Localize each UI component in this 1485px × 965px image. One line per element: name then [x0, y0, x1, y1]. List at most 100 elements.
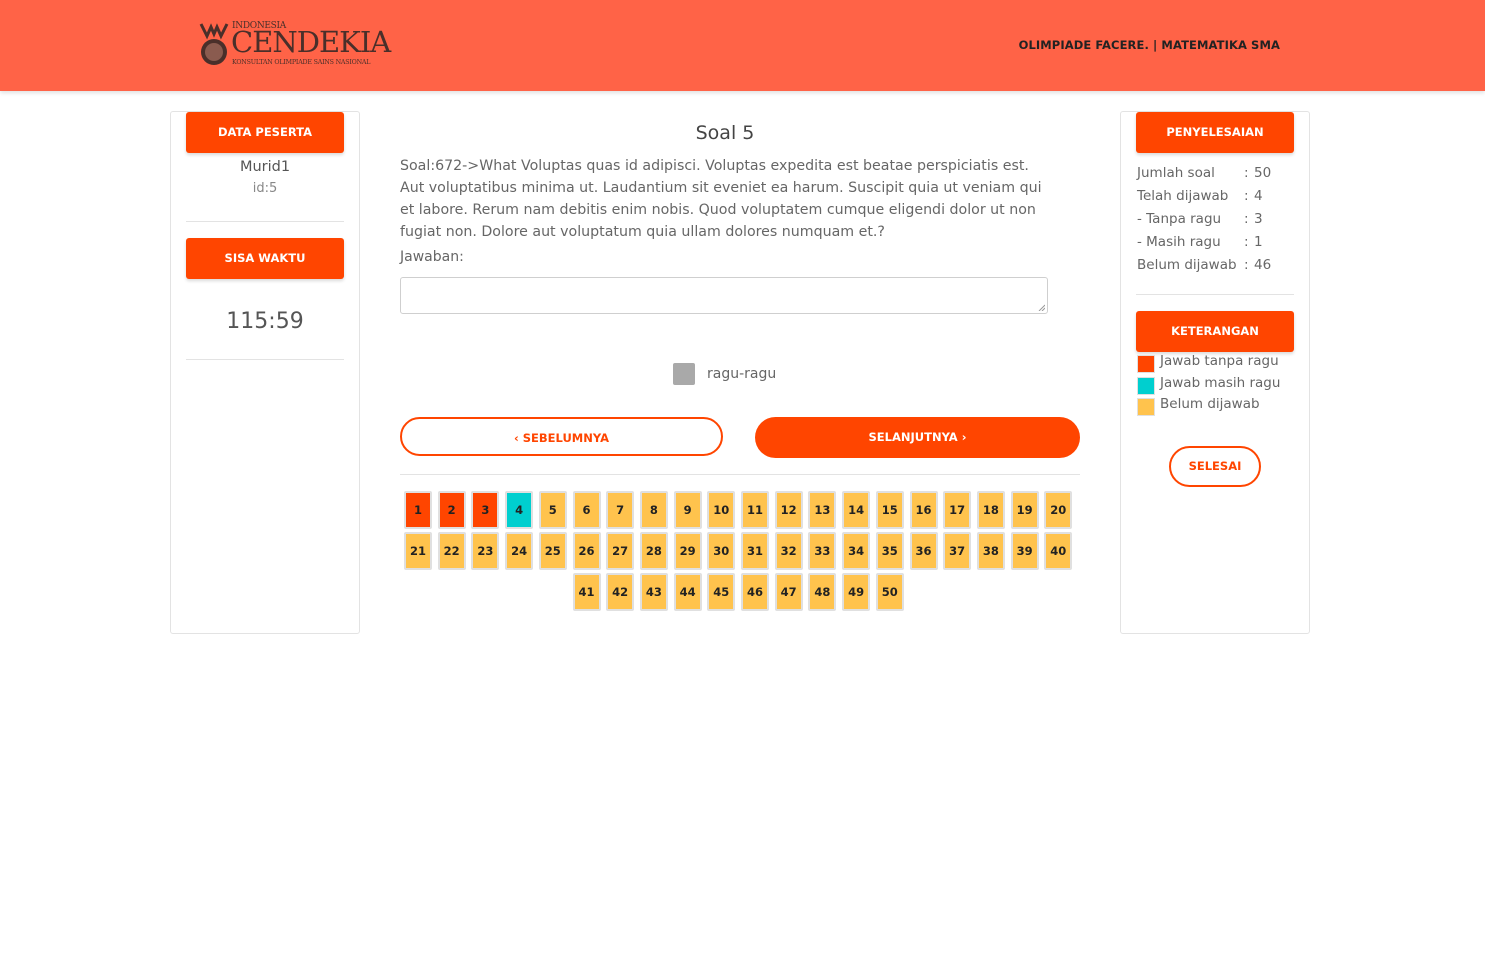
- question-number-button[interactable]: 36: [909, 532, 938, 570]
- answer-field[interactable]: [400, 277, 1048, 314]
- stat-row: Telah dijawab:4: [1137, 188, 1307, 211]
- logo-sub-text: KONSULTAN OLIMPIADE SAINS NASIONAL: [232, 59, 371, 66]
- stat-colon: :: [1244, 165, 1249, 181]
- question-number-button[interactable]: 20: [1044, 491, 1073, 529]
- question-number-button[interactable]: 49: [842, 573, 871, 611]
- participant-id: id:5: [252, 181, 278, 196]
- question-number-button[interactable]: 21: [404, 532, 432, 570]
- legend-label: Belum dijawab: [1160, 396, 1260, 412]
- question-text: Soal:672->What Voluptas quas id adipisci…: [400, 158, 1042, 240]
- divider: [186, 221, 344, 222]
- question-number-button[interactable]: 15: [875, 491, 904, 529]
- participant-name: Murid1: [239, 159, 291, 175]
- question-number-button[interactable]: 39: [1010, 532, 1039, 570]
- legend-label: Jawab masih ragu: [1160, 374, 1281, 391]
- question-number-button[interactable]: 26: [572, 532, 601, 570]
- cendekia-logo[interactable]: INDONESIA CENDEKIA KONSULTAN OLIMPIADE S…: [199, 22, 399, 68]
- stat-colon: :: [1244, 188, 1249, 204]
- question-number-button[interactable]: 16: [909, 491, 938, 529]
- stat-row: Belum dijawab:46: [1137, 257, 1307, 280]
- question-number-button[interactable]: 35: [875, 532, 904, 570]
- progress-heading: PENYELESAIAN: [1136, 112, 1294, 153]
- exam-title: OLIMPIADE FACERE. | MATEMATIKA SMA: [1018, 38, 1280, 52]
- stat-value: 46: [1254, 257, 1272, 273]
- question-number-button[interactable]: 23: [471, 532, 500, 570]
- question-number-button[interactable]: 9: [673, 491, 702, 529]
- legend-item: Jawab masih ragu: [1137, 375, 1307, 395]
- question-number-button[interactable]: 40: [1044, 532, 1073, 570]
- question-number-button[interactable]: 22: [437, 532, 466, 570]
- question-number-button[interactable]: 11: [741, 491, 769, 529]
- participant-heading: DATA PESERTA: [186, 112, 344, 153]
- question-number-button[interactable]: 50: [875, 573, 904, 611]
- legend-item: Jawab tanpa ragu: [1137, 353, 1307, 373]
- resize-grip-icon[interactable]: [1038, 304, 1045, 311]
- question-number-button[interactable]: 27: [606, 532, 635, 570]
- question-number-button[interactable]: 44: [673, 573, 702, 611]
- stat-value: 1: [1254, 234, 1263, 250]
- legend-swatch: [1137, 376, 1155, 395]
- legend-label: Jawab tanpa ragu: [1160, 353, 1279, 369]
- question-number-button[interactable]: 6: [572, 491, 601, 529]
- chevron-left-icon: ‹: [514, 431, 519, 445]
- question-number-button[interactable]: 5: [538, 491, 567, 529]
- question-number-button[interactable]: 2: [437, 491, 466, 529]
- question-number-button[interactable]: 25: [538, 532, 567, 570]
- timer-heading: SISA WAKTU: [186, 238, 344, 279]
- legend-swatch: [1137, 355, 1155, 373]
- stat-value: 3: [1254, 211, 1263, 227]
- stat-colon: :: [1244, 234, 1249, 250]
- question-number-button[interactable]: 46: [741, 573, 769, 611]
- logo-main-text: CENDEKIA: [231, 25, 391, 59]
- timer-value: 115:59: [226, 309, 304, 334]
- question-number-button[interactable]: 34: [842, 532, 871, 570]
- question-number-button[interactable]: 41: [572, 573, 601, 611]
- stat-label: - Tanpa ragu: [1137, 211, 1222, 227]
- chevron-right-icon: ›: [961, 430, 967, 444]
- stat-row: Jumlah soal:50: [1137, 165, 1307, 188]
- question-number-button[interactable]: 14: [842, 491, 871, 529]
- question-number-button[interactable]: 31: [741, 532, 769, 570]
- question-number-button[interactable]: 10: [707, 491, 736, 529]
- stat-label: Telah dijawab: [1137, 188, 1229, 204]
- next-button[interactable]: SELANJUTNYA ›: [755, 417, 1080, 458]
- doubt-label[interactable]: ragu-ragu: [707, 366, 776, 382]
- question-number-button[interactable]: 17: [943, 491, 972, 529]
- question-number-button[interactable]: 45: [707, 573, 736, 611]
- question-number-button[interactable]: 12: [774, 491, 803, 529]
- question-number-button[interactable]: 48: [808, 573, 837, 611]
- previous-button-label: SEBELUMNYA: [522, 431, 609, 445]
- question-number-button[interactable]: 28: [639, 532, 668, 570]
- doubt-checkbox[interactable]: [673, 363, 695, 385]
- question-number-button[interactable]: 43: [639, 573, 668, 611]
- question-number-button[interactable]: 37: [943, 532, 972, 570]
- legend-item: Belum dijawab: [1137, 396, 1307, 416]
- stat-label: Belum dijawab: [1137, 257, 1237, 273]
- question-number-button[interactable]: 33: [808, 532, 837, 570]
- stat-label: Jumlah soal: [1137, 165, 1215, 181]
- question-number-button[interactable]: 7: [606, 491, 635, 529]
- divider: [186, 359, 344, 360]
- top-header: INDONESIA CENDEKIA KONSULTAN OLIMPIADE S…: [0, 0, 1485, 91]
- legend-swatch: [1137, 398, 1155, 416]
- question-number-button[interactable]: 18: [976, 491, 1005, 529]
- question-number-button[interactable]: 38: [976, 532, 1005, 570]
- question-number-button[interactable]: 13: [808, 491, 837, 529]
- question-number-button[interactable]: 1: [404, 491, 432, 529]
- question-number-button[interactable]: 3: [471, 491, 500, 529]
- question-number-button[interactable]: 29: [673, 532, 702, 570]
- question-number-button[interactable]: 24: [505, 532, 534, 570]
- question-number-button[interactable]: 8: [639, 491, 668, 529]
- previous-button[interactable]: ‹ SEBELUMNYA: [400, 417, 723, 456]
- question-number-button[interactable]: 19: [1010, 491, 1039, 529]
- question-number-button[interactable]: 47: [774, 573, 803, 611]
- divider: [400, 474, 1080, 475]
- question-number-button[interactable]: 30: [707, 532, 736, 570]
- answer-label: Jawaban:: [400, 249, 464, 265]
- question-number-button[interactable]: 4: [505, 491, 534, 529]
- finish-button[interactable]: SELESAI: [1169, 446, 1261, 487]
- legend-heading: KETERANGAN: [1136, 311, 1294, 352]
- question-number-button[interactable]: 32: [774, 532, 803, 570]
- stat-value: 50: [1254, 165, 1272, 181]
- question-number-button[interactable]: 42: [606, 573, 635, 611]
